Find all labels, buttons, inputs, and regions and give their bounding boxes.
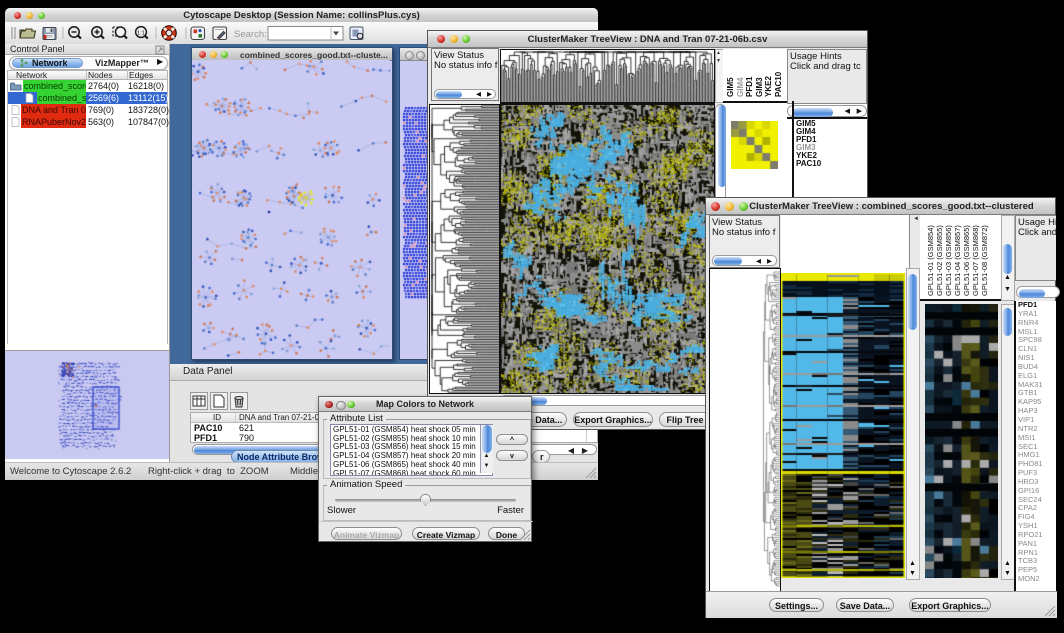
- svg-text:Search:: Search:: [234, 29, 267, 40]
- svg-text:1:1: 1:1: [137, 30, 145, 36]
